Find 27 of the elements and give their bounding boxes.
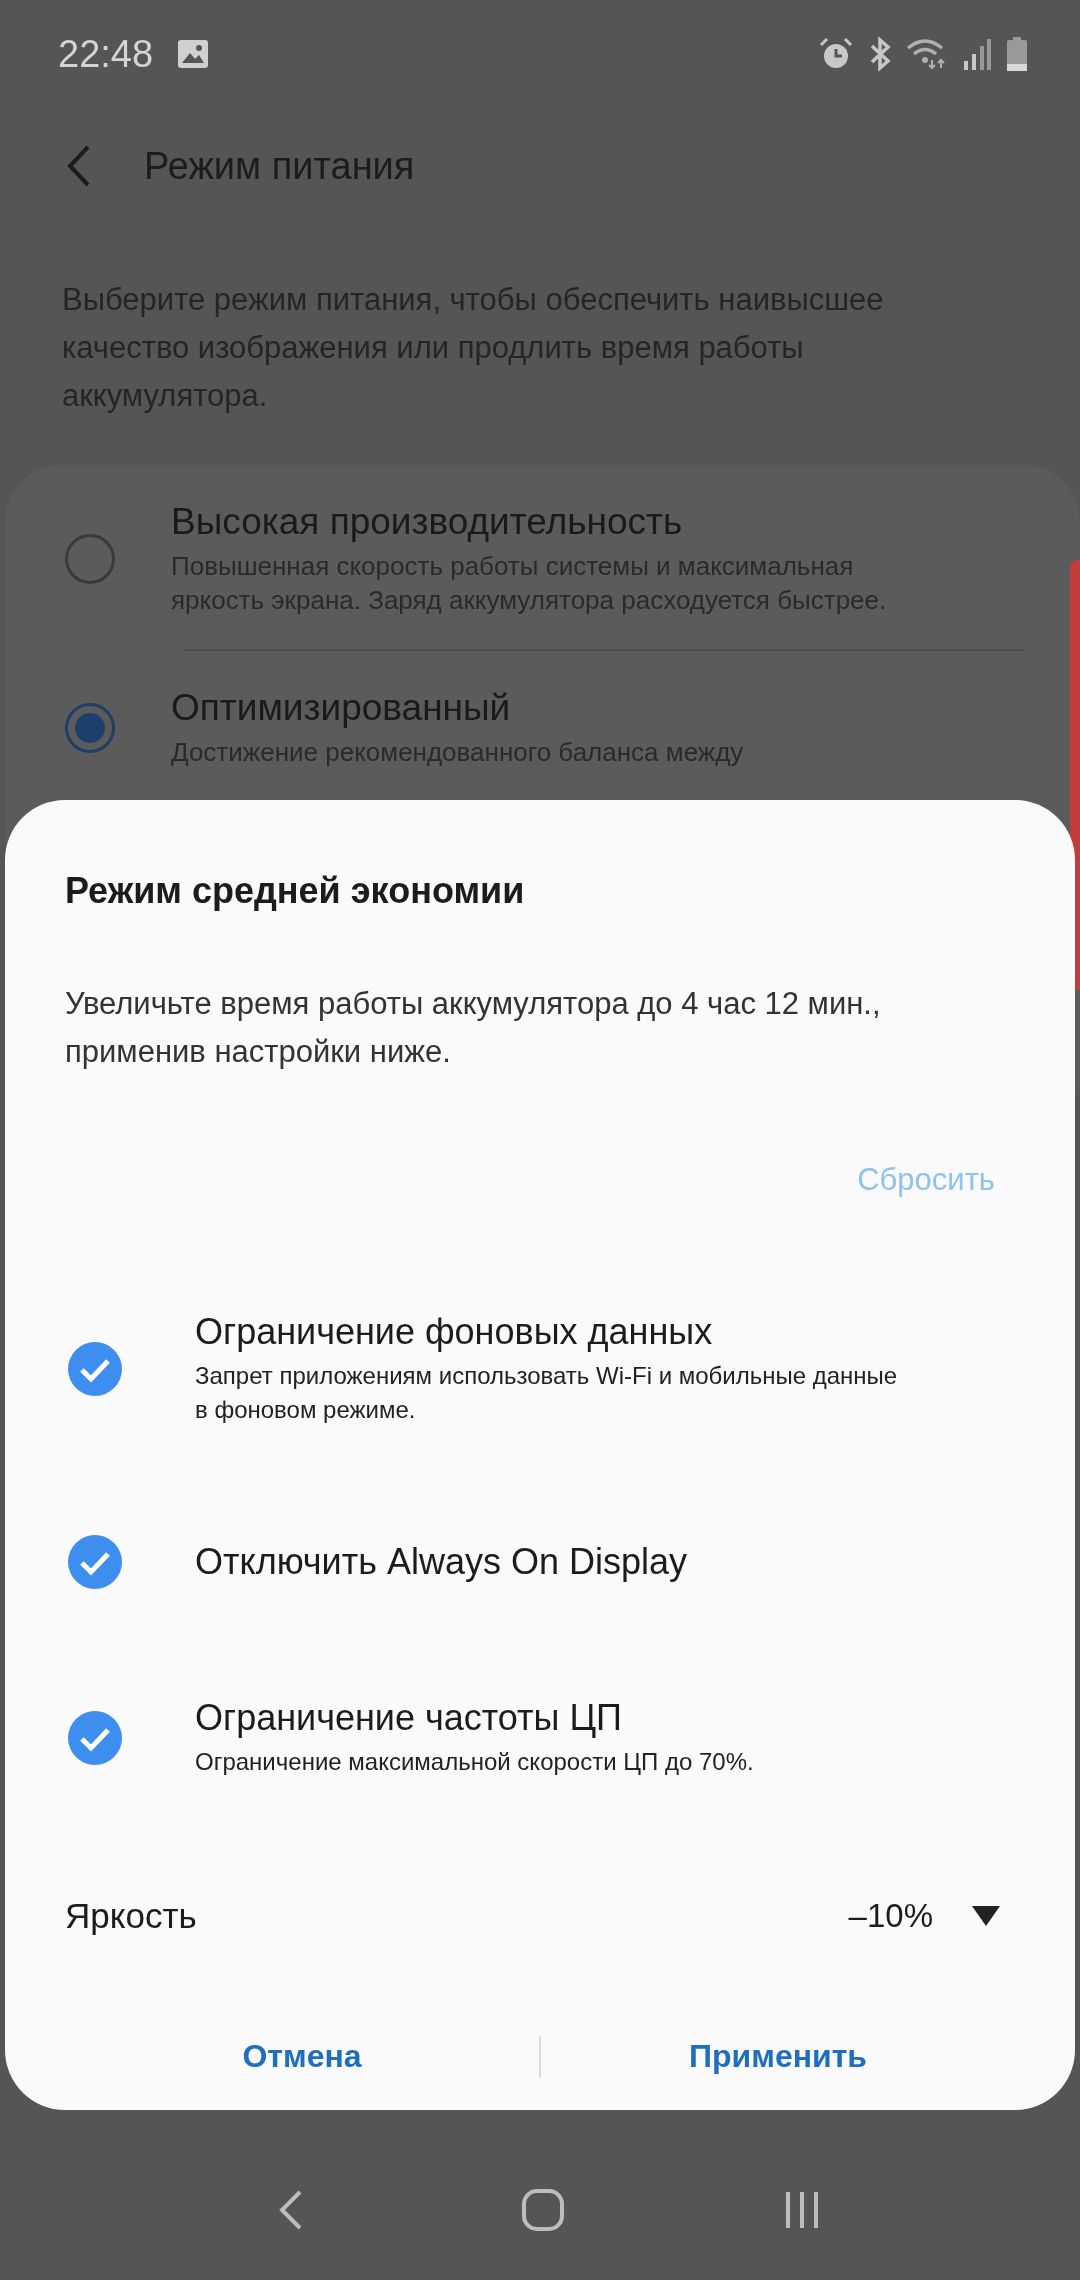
mode-title: Высокая производительность (171, 501, 684, 543)
radio-button[interactable] (65, 534, 115, 584)
page-title: Режим питания (144, 144, 415, 188)
dialog-description: Увеличьте время работы аккумулятора до 4 час 12 мин., применив настройки ниже. (65, 985, 882, 1071)
mode-title: Оптимизированный (171, 687, 512, 729)
dialog-title: Режим средней экономии (65, 870, 526, 912)
dialog-button[interactable]: Применить (541, 2018, 1015, 2095)
radio-button[interactable] (65, 703, 115, 753)
image-icon (177, 39, 210, 69)
status-time: 22:48 (58, 32, 154, 76)
option-title: Ограничение фоновых данных (195, 1311, 714, 1353)
bluetooth-icon (868, 36, 892, 72)
option-title: Ограничение частоты ЦП (195, 1697, 623, 1739)
home-icon[interactable] (521, 2188, 565, 2232)
brightness-dropdown[interactable]: –10% (848, 1889, 1015, 1943)
option-description: Ограничение максимальной скорости ЦП до 70%. (195, 1747, 755, 1777)
caret-icon (971, 1905, 1001, 1927)
battery-icon (1006, 37, 1028, 71)
signal-icon (962, 37, 992, 71)
checkbox[interactable] (67, 1341, 123, 1397)
dialog-button[interactable]: Отмена (65, 2018, 539, 2095)
checkbox[interactable] (67, 1710, 123, 1766)
checkbox[interactable] (67, 1534, 123, 1590)
back-icon[interactable] (66, 144, 92, 188)
brightness-label: Яркость (65, 1896, 197, 1936)
option-title: Отключить Always On Display (195, 1541, 688, 1583)
option-description: Запрет приложениям использовать Wi-Fi и мобильные данные в фоновом режиме. (195, 1361, 899, 1425)
